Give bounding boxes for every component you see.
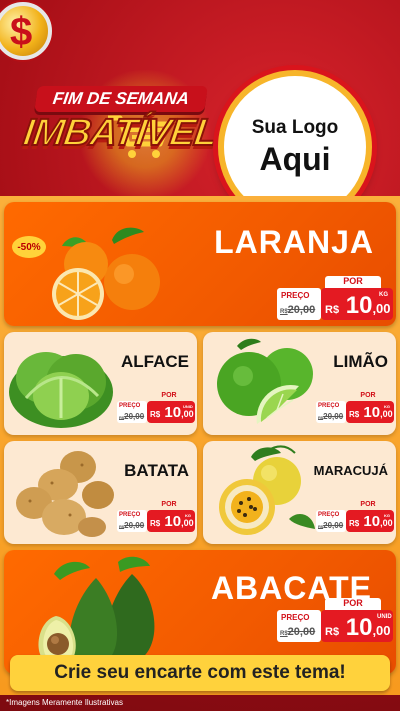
product-card-laranja: -50% LARANJA POR PREÇO R$20,00 R$ 10,00 … bbox=[4, 202, 396, 326]
old-price: R$20,00 bbox=[318, 521, 344, 530]
potato-image bbox=[16, 451, 114, 537]
old-price-box: PREÇO R$20,00 bbox=[117, 401, 147, 423]
flyer-page: $ FIM DE SEMANA IMBATÍVEL Sua Logo Aqui … bbox=[0, 0, 400, 711]
old-price: R$20,00 bbox=[119, 412, 145, 421]
products-panel: -50% LARANJA POR PREÇO R$20,00 R$ 10,00 … bbox=[0, 196, 400, 695]
logo-line-1: Sua Logo bbox=[251, 116, 339, 138]
disclaimer: *Imagens Meramente Ilustrativas bbox=[6, 698, 123, 707]
cta-banner[interactable]: Crie seu encarte com este tema! bbox=[10, 655, 390, 691]
old-price: R$20,00 bbox=[280, 304, 316, 316]
preco-label: PREÇO bbox=[318, 512, 340, 518]
unit-label: KG bbox=[384, 513, 390, 518]
passion-fruit-image bbox=[219, 445, 315, 535]
price-tag: POR PREÇO R$20,00 R$ 10,00 KG bbox=[117, 501, 195, 533]
product-name: BATATA bbox=[124, 461, 189, 480]
product-card-batata: BATATA POR PREÇO R$20,00 R$ 10,00 KG bbox=[4, 441, 197, 544]
unit-label: KG bbox=[379, 292, 388, 298]
coin-dollar-icon: $ bbox=[0, 2, 52, 60]
unit-label: UNID bbox=[183, 404, 193, 409]
price-tag: POR PREÇO R$20,00 R$ 10,00 UNID bbox=[277, 598, 393, 644]
por-label: POR bbox=[325, 276, 381, 288]
lime-image bbox=[217, 338, 313, 424]
unit-label: KG bbox=[384, 404, 390, 409]
preco-label: PREÇO bbox=[119, 512, 141, 518]
lettuce-image bbox=[9, 352, 113, 428]
preco-label: PREÇO bbox=[119, 403, 141, 409]
por-label: POR bbox=[348, 392, 388, 401]
preco-label: PREÇO bbox=[281, 613, 310, 622]
por-label: POR bbox=[325, 598, 381, 610]
price-tag: POR PREÇO R$20,00 R$ 10,00 KG bbox=[316, 392, 394, 424]
product-name: MARACUJÁ bbox=[313, 463, 388, 478]
por-label: POR bbox=[348, 501, 388, 510]
old-price-box: PREÇO R$20,00 bbox=[316, 510, 346, 532]
old-price: R$20,00 bbox=[280, 626, 316, 638]
product-card-alface: ALFACE POR PREÇO R$20,00 R$ 10,00 UNID bbox=[4, 332, 197, 435]
old-price-box: PREÇO R$20,00 bbox=[277, 288, 321, 320]
unit-label: KG bbox=[185, 513, 191, 518]
product-name: LARANJA bbox=[214, 224, 374, 260]
preco-label: PREÇO bbox=[318, 403, 340, 409]
title-line-1: FIM DE SEMANA bbox=[34, 86, 208, 112]
logo-placeholder: Sua Logo Aqui bbox=[218, 70, 372, 205]
header: $ FIM DE SEMANA IMBATÍVEL Sua Logo Aqui bbox=[0, 0, 400, 205]
discount-badge: -50% bbox=[12, 236, 46, 258]
product-card-limao: LIMÃO POR PREÇO R$20,00 R$ 10,00 KG bbox=[203, 332, 396, 435]
unit-label: UNID bbox=[377, 614, 392, 620]
price-tag: POR PREÇO R$20,00 R$ 10,00 KG bbox=[316, 501, 394, 533]
old-price-box: PREÇO R$20,00 bbox=[117, 510, 147, 532]
por-label: POR bbox=[149, 501, 189, 510]
old-price-box: PREÇO R$20,00 bbox=[316, 401, 346, 423]
title-line-2: IMBATÍVEL bbox=[20, 111, 221, 155]
price-tag: POR PREÇO R$20,00 R$ 10,00 KG bbox=[277, 276, 393, 322]
preco-label: PREÇO bbox=[281, 291, 310, 300]
avocado-image bbox=[38, 556, 155, 666]
old-price: R$20,00 bbox=[119, 521, 145, 530]
por-label: POR bbox=[149, 392, 189, 401]
campaign-title: FIM DE SEMANA IMBATÍVEL bbox=[20, 78, 220, 170]
orange-image bbox=[52, 227, 160, 320]
old-price-box: PREÇO R$20,00 bbox=[277, 610, 321, 642]
old-price: R$20,00 bbox=[318, 412, 344, 421]
price-tag: POR PREÇO R$20,00 R$ 10,00 UNID bbox=[117, 392, 195, 424]
logo-line-2: Aqui bbox=[259, 140, 331, 177]
product-name: ALFACE bbox=[121, 352, 189, 371]
product-card-maracuja: MARACUJÁ POR PREÇO R$20,00 R$ 10,00 KG bbox=[203, 441, 396, 544]
product-name: LIMÃO bbox=[333, 352, 388, 371]
